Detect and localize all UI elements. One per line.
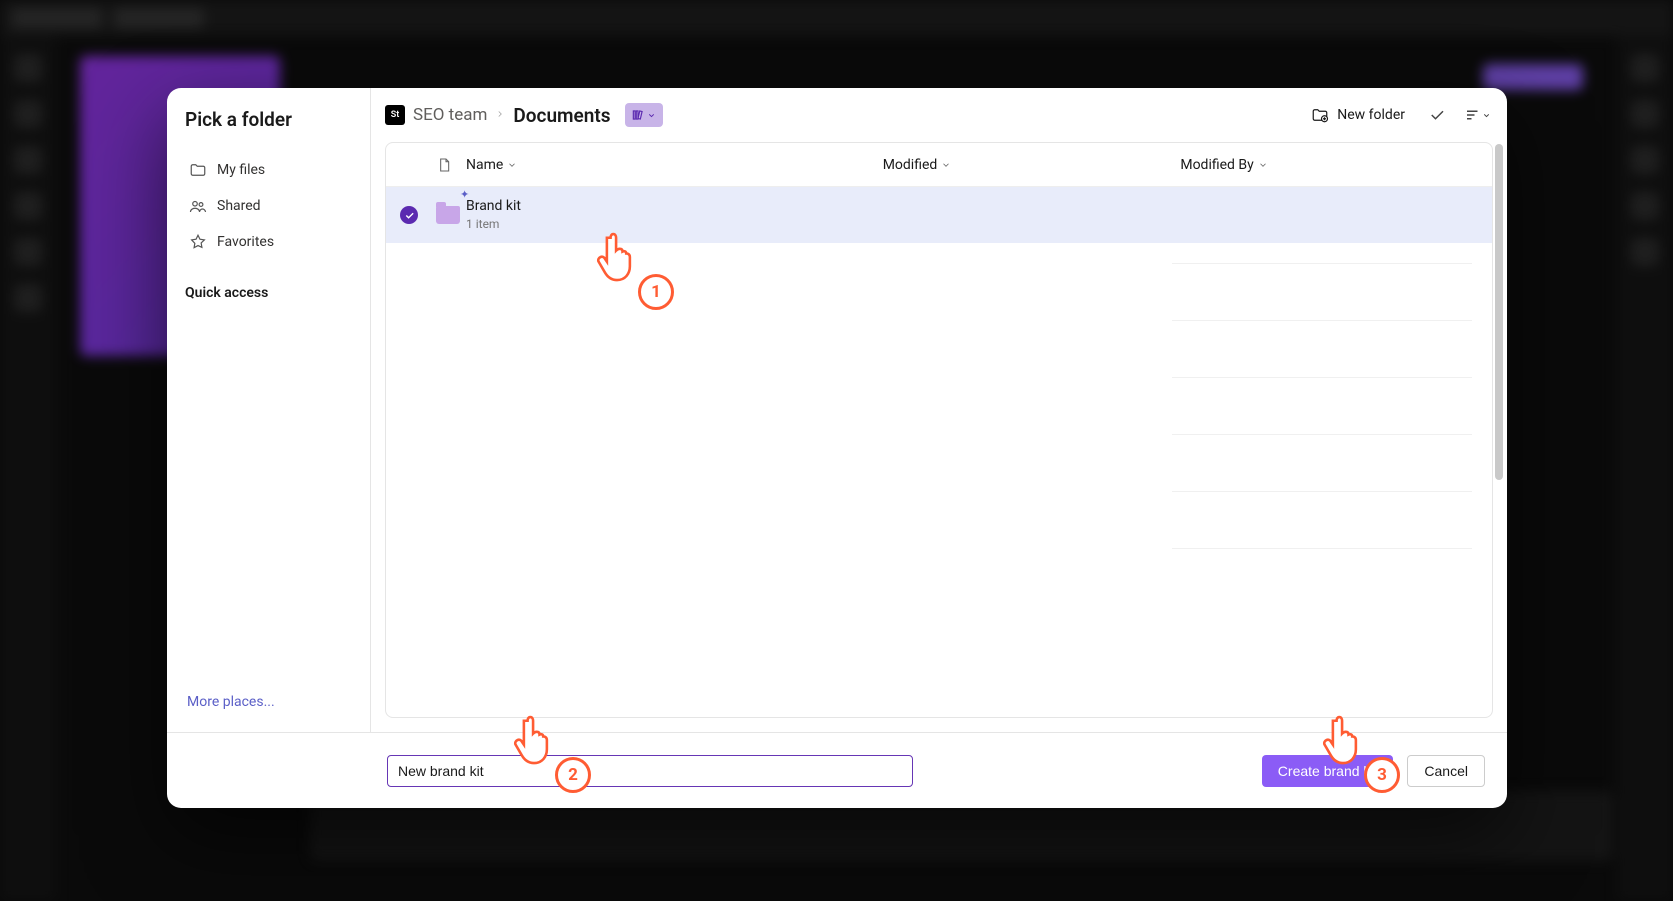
list-view-icon <box>1464 106 1482 124</box>
modal-main: St SEO team Documents New folder <box>371 88 1507 732</box>
column-header-row: Name Modified Modified By <box>386 143 1492 187</box>
chevron-down-icon <box>1258 160 1268 170</box>
folder-row[interactable]: ✦ Brand kit 1 item <box>386 187 1492 243</box>
new-folder-label: New folder <box>1337 107 1405 123</box>
create-button[interactable]: Create brand kit <box>1262 755 1394 787</box>
chevron-down-icon <box>941 160 951 170</box>
modal-footer: Create brand kit Cancel <box>167 732 1507 808</box>
breadcrumb-toolbar: St SEO team Documents New folder <box>371 88 1507 142</box>
new-folder-button[interactable]: New folder <box>1303 100 1413 130</box>
view-options-button[interactable] <box>1461 99 1493 131</box>
breadcrumb-root[interactable]: SEO team <box>413 105 487 125</box>
team-avatar[interactable]: St <box>385 105 405 125</box>
scrollbar[interactable] <box>1495 144 1503 480</box>
file-list-pane: Name Modified Modified By <box>385 142 1493 718</box>
file-type-column-icon[interactable] <box>436 157 452 173</box>
people-icon <box>189 197 207 215</box>
confirm-select-button[interactable] <box>1421 99 1453 131</box>
quick-access-heading: Quick access <box>185 285 352 301</box>
chevron-down-icon <box>507 160 517 170</box>
library-icon <box>631 108 645 122</box>
row-selected-check-icon[interactable] <box>400 206 418 224</box>
more-places-link[interactable]: More places... <box>185 688 352 712</box>
sidenav-label: Shared <box>217 198 261 214</box>
folder-picker-modal: Pick a folder My files Shared Favorites … <box>167 88 1507 808</box>
breadcrumb-current[interactable]: Documents <box>513 104 610 127</box>
chevron-down-icon <box>647 111 656 120</box>
star-icon <box>189 233 207 251</box>
row-folder-name: Brand kit <box>466 198 883 215</box>
sidenav-label: Favorites <box>217 234 274 250</box>
check-icon <box>1428 106 1446 124</box>
folder-plus-icon <box>1311 106 1329 124</box>
chevron-down-icon <box>1482 111 1491 120</box>
empty-row-grid <box>1172 263 1472 697</box>
sidenav-favorites[interactable]: Favorites <box>185 225 352 259</box>
sidenav-shared[interactable]: Shared <box>185 189 352 223</box>
cancel-button[interactable]: Cancel <box>1407 755 1485 787</box>
column-name[interactable]: Name <box>466 157 883 173</box>
sidenav-label: My files <box>217 162 265 178</box>
folder-icon <box>436 206 460 224</box>
sidebar-title: Pick a folder <box>185 108 352 131</box>
brand-kit-name-input[interactable] <box>387 755 913 787</box>
column-modified[interactable]: Modified <box>883 157 1181 173</box>
row-item-count: 1 item <box>466 217 883 231</box>
chevron-right-icon <box>495 107 505 123</box>
folder-icon <box>189 161 207 179</box>
column-modified-by[interactable]: Modified By <box>1180 157 1478 173</box>
sidenav-my-files[interactable]: My files <box>185 153 352 187</box>
library-selector[interactable] <box>625 103 663 127</box>
modal-sidebar: Pick a folder My files Shared Favorites … <box>167 88 371 732</box>
sparkle-icon: ✦ <box>460 188 469 201</box>
